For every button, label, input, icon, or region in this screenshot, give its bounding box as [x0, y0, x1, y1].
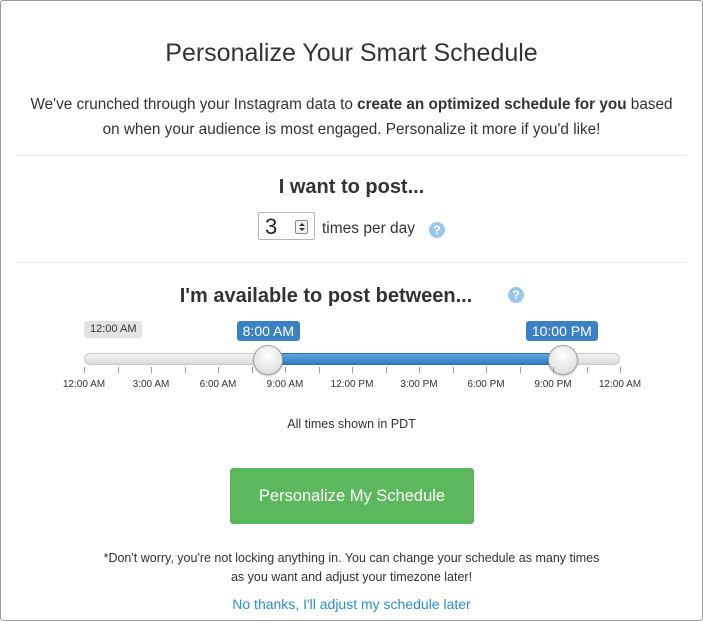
slider-tick	[452, 367, 454, 373]
intro-text: We've crunched through your Instagram da…	[21, 92, 682, 142]
slider-tick	[318, 367, 320, 373]
slider-tick	[184, 367, 186, 373]
slider-tick-label: 6:00 PM	[467, 379, 505, 390]
intro-text-part1: We've crunched through your Instagram da…	[30, 96, 358, 113]
posts-per-day-value: 3	[265, 214, 278, 239]
smart-schedule-dialog: Personalize Your Smart Schedule We've cr…	[0, 0, 703, 621]
question-circle-icon[interactable]: ?	[429, 222, 445, 238]
question-circle-icon[interactable]: ?	[508, 287, 524, 303]
slider-end-label: 10:00 PM	[525, 321, 598, 341]
slider-tick-label: 12:00 PM	[330, 379, 374, 390]
personalize-schedule-button[interactable]: Personalize My Schedule	[230, 468, 474, 524]
slider-tick-label: 12:00 AM	[62, 379, 106, 390]
dialog-title: Personalize Your Smart Schedule	[165, 39, 538, 67]
disclaimer-text: *Don't worry, you're not locking anythin…	[103, 551, 600, 584]
slider-tick-label: 6:00 AM	[199, 379, 237, 390]
divider	[16, 262, 686, 263]
slider-tick	[620, 367, 621, 373]
spinner-arrows-icon[interactable]	[295, 220, 308, 234]
times-per-day-label: times per day	[322, 220, 416, 237]
slider-tick	[285, 367, 286, 373]
slider-tick-label: 9:00 AM	[266, 379, 304, 390]
slider-tick	[553, 367, 554, 373]
slider-tick	[251, 367, 253, 373]
slider-tick	[586, 367, 588, 373]
slider-tick-label: 9:00 PM	[534, 379, 572, 390]
slider-start-label: 8:00 AM	[236, 321, 301, 341]
slider-tick	[84, 367, 85, 373]
posts-per-day-stepper[interactable]: 3	[258, 212, 315, 240]
time-range-selected-fill	[267, 353, 563, 365]
slider-tick	[218, 367, 219, 373]
post-frequency-heading: I want to post...	[278, 176, 425, 198]
divider	[16, 155, 686, 156]
slider-tick	[385, 367, 387, 373]
slider-tick	[519, 367, 521, 373]
slider-tick-label: 3:00 PM	[400, 379, 438, 390]
slider-ticks: 12:00 AM 3:00 AM 6:00 AM 9:00 AM 12:00 PM 3:0…	[1, 367, 702, 397]
spinner-down-icon[interactable]	[299, 228, 305, 231]
slider-tick-label: 12:00 AM	[598, 379, 642, 390]
slider-tick	[419, 367, 420, 373]
intro-text-bold: create an optimized schedule for you	[357, 96, 627, 113]
availability-heading: I'm available to post between...	[179, 285, 473, 307]
slider-tick-label: 3:00 AM	[132, 379, 170, 390]
slider-tick	[117, 367, 119, 373]
spinner-up-icon[interactable]	[299, 223, 305, 226]
slider-tick	[151, 367, 152, 373]
timezone-note: All times shown in PDT	[287, 417, 416, 431]
slider-tick	[486, 367, 487, 373]
post-frequency-row: 3 times per day ?	[1, 212, 702, 242]
skip-schedule-link[interactable]: No thanks, I'll adjust my schedule later	[1, 596, 702, 612]
slider-min-label: 12:00 AM	[84, 321, 143, 338]
slider-tick	[352, 367, 353, 373]
